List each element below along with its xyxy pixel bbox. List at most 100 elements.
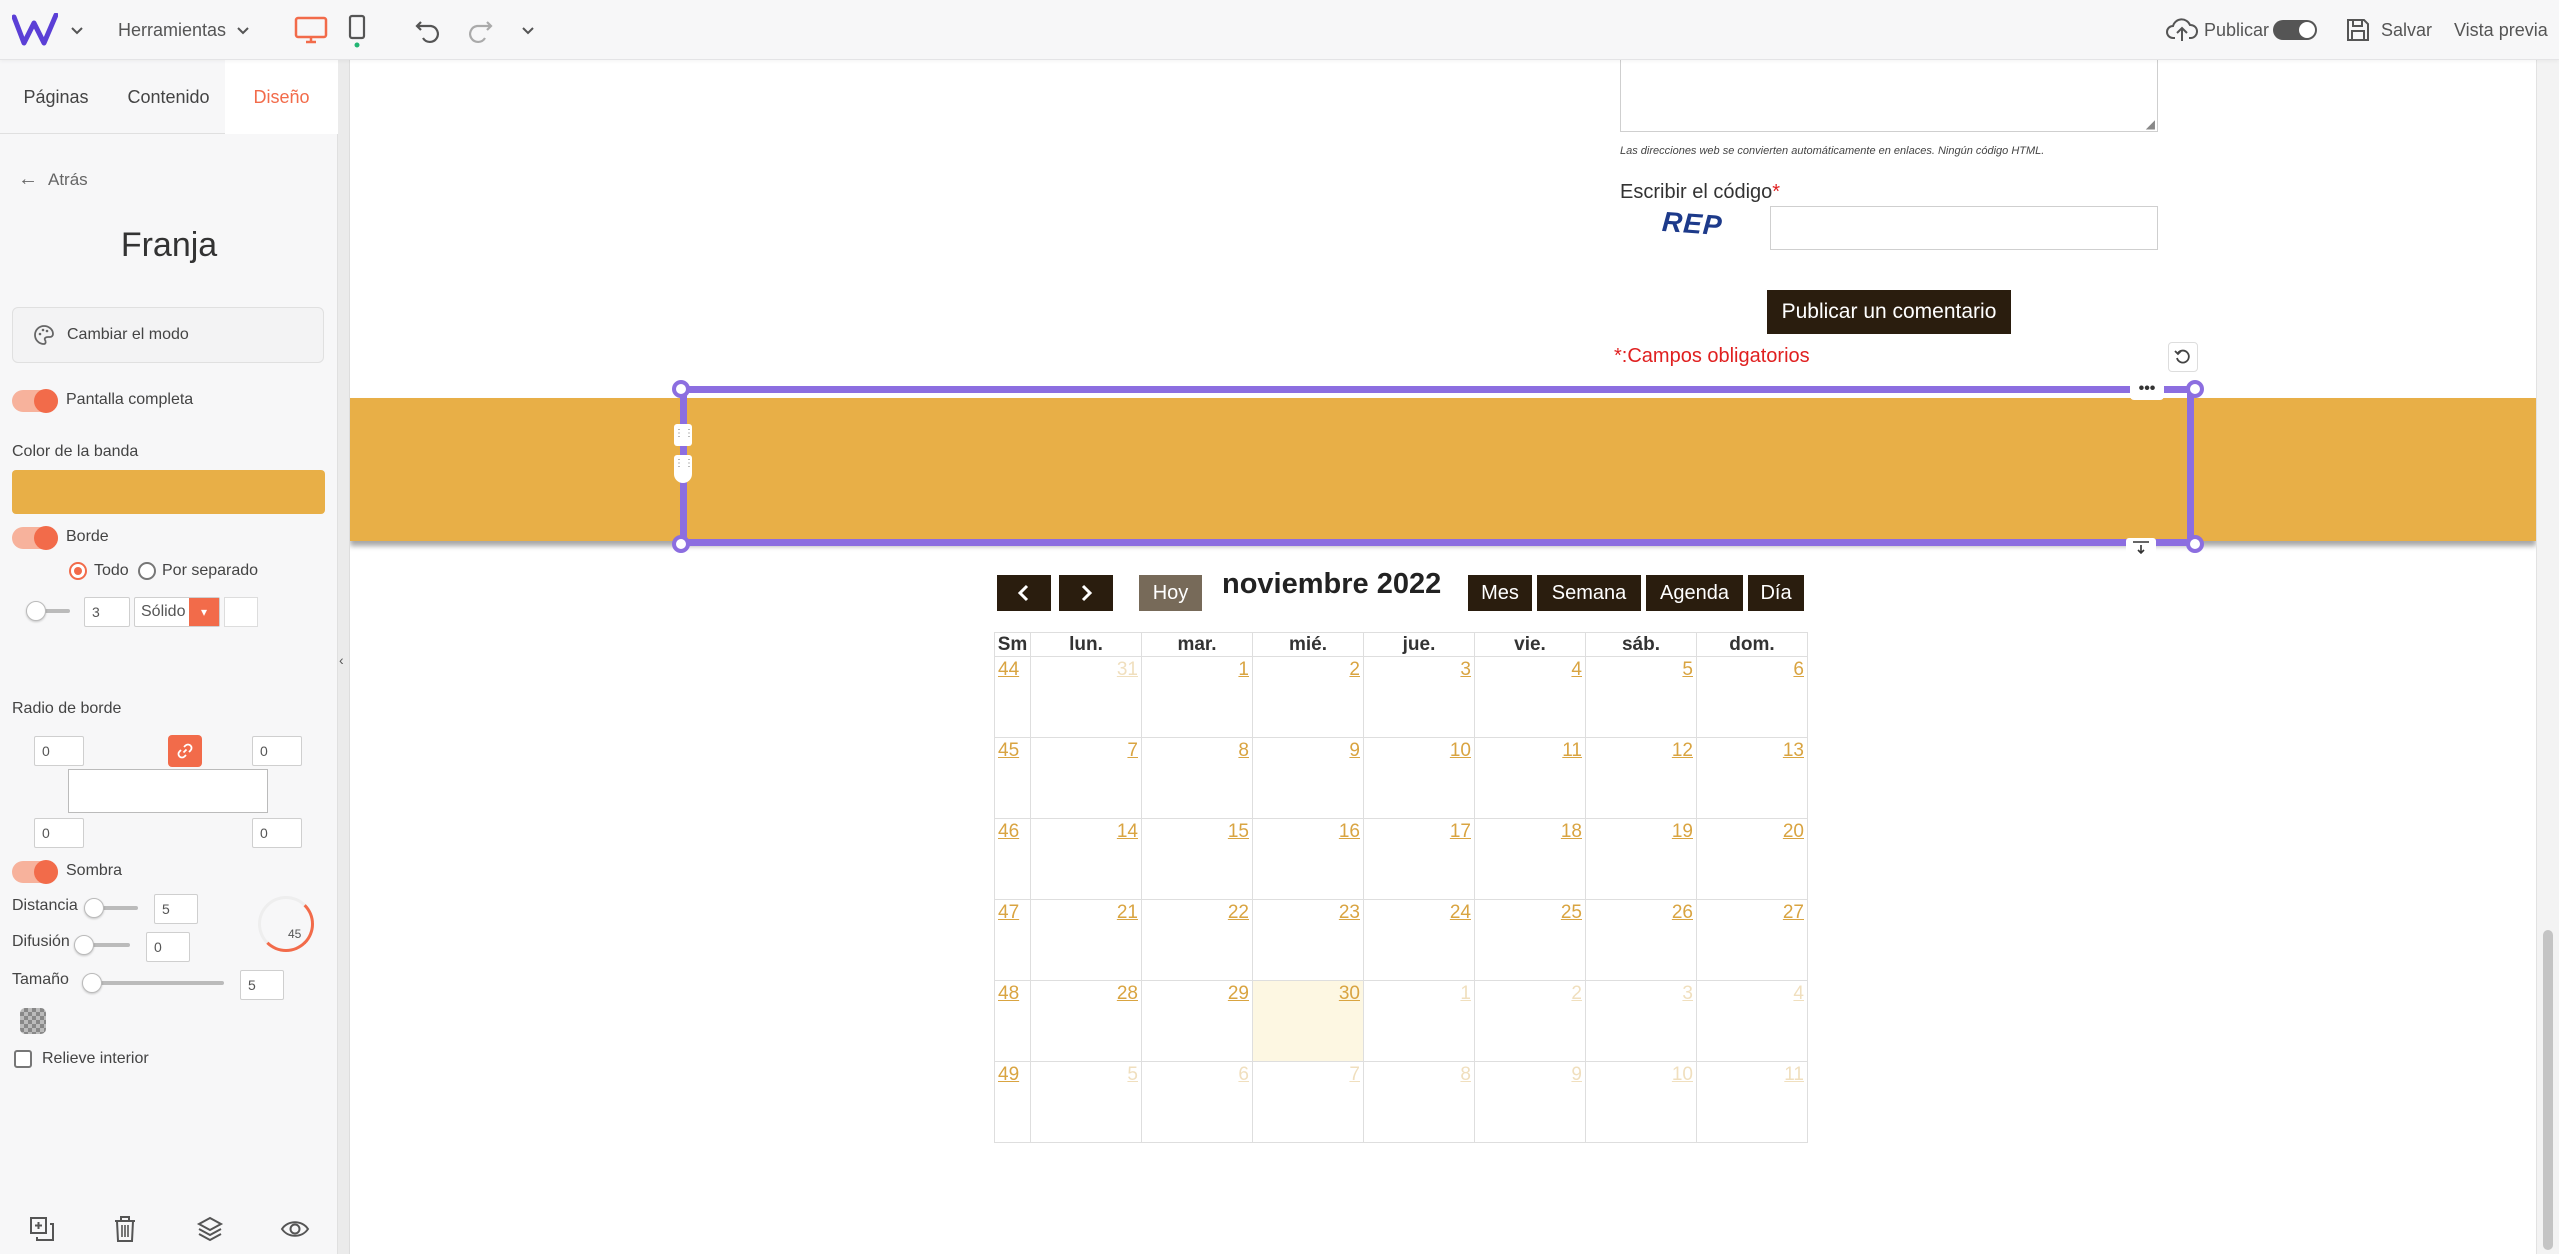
calendar-day-cell[interactable]: 22 — [1141, 899, 1253, 981]
calendar-view-agenda[interactable]: Agenda — [1646, 575, 1743, 611]
calendar-day-link[interactable]: 6 — [1238, 1064, 1249, 1085]
calendar-day-cell[interactable]: 11 — [1474, 737, 1586, 819]
calendar-day-link[interactable]: 18 — [1561, 821, 1582, 842]
calendar-day-link[interactable]: 25 — [1561, 902, 1582, 923]
calendar-day-cell[interactable]: 5 — [1585, 656, 1697, 738]
calendar-day-cell[interactable]: 2 — [1252, 656, 1364, 738]
fullscreen-toggle[interactable] — [12, 389, 58, 413]
radius-bottom-right-input[interactable]: 0 — [252, 818, 302, 848]
mobile-view-button[interactable] — [347, 0, 367, 60]
calendar-day-link[interactable]: 1 — [1238, 659, 1249, 680]
calendar-day-cell[interactable]: 30 — [1252, 980, 1364, 1062]
calendar-day-link[interactable]: 13 — [1783, 740, 1804, 761]
calendar-day-link[interactable]: 10 — [1672, 1064, 1693, 1085]
calendar-day-cell[interactable]: 1 — [1141, 656, 1253, 738]
layers-button[interactable] — [196, 1215, 224, 1248]
calendar-day-link[interactable]: 12 — [1672, 740, 1693, 761]
calendar-day-link[interactable]: 19 — [1672, 821, 1693, 842]
delete-button[interactable] — [112, 1214, 138, 1249]
calendar-day-cell[interactable]: 14 — [1030, 818, 1142, 900]
calendar-day-link[interactable]: 7 — [1127, 740, 1138, 761]
radius-bottom-left-input[interactable]: 0 — [34, 818, 84, 848]
calendar-day-cell[interactable]: 31 — [1030, 656, 1142, 738]
change-mode-button[interactable]: Cambiar el modo — [12, 307, 324, 363]
calendar-day-link[interactable]: 21 — [1117, 902, 1138, 923]
calendar-day-cell[interactable]: 13 — [1696, 737, 1808, 819]
submit-comment-button[interactable]: Publicar un comentario — [1767, 290, 2011, 334]
calendar-day-link[interactable]: 27 — [1783, 902, 1804, 923]
calendar-day-cell[interactable]: 4 — [1474, 656, 1586, 738]
publish-control[interactable]: Publicar — [2166, 0, 2318, 60]
calendar-day-link[interactable]: 9 — [1349, 740, 1360, 761]
calendar-day-link[interactable]: 23 — [1339, 902, 1360, 923]
calendar-day-cell[interactable]: 21 — [1030, 899, 1142, 981]
tab-design[interactable]: Diseño — [225, 60, 338, 134]
calendar-week-number-link[interactable]: 48 — [998, 983, 1019, 1004]
resize-handle-bottom-right[interactable] — [2186, 535, 2204, 553]
calendar-day-cell[interactable]: 18 — [1474, 818, 1586, 900]
redo-button[interactable] — [464, 0, 494, 60]
diffusion-input[interactable]: 0 — [146, 932, 190, 962]
resize-handle-bottom-left[interactable] — [672, 535, 690, 553]
radius-top-left-input[interactable]: 0 — [34, 736, 84, 766]
history-chevron-down-icon[interactable] — [521, 0, 535, 60]
calendar-week-number-link[interactable]: 45 — [998, 740, 1019, 761]
drag-handle-icon[interactable]: ⋮⋮ — [674, 424, 694, 446]
more-options-icon[interactable]: ••• — [2130, 381, 2164, 400]
calendar-day-cell[interactable]: 20 — [1696, 818, 1808, 900]
calendar-prev-button[interactable] — [997, 575, 1051, 611]
undo-button[interactable] — [414, 0, 444, 60]
tab-content[interactable]: Contenido — [112, 60, 225, 134]
calendar-day-link[interactable]: 30 — [1339, 983, 1360, 1004]
calendar-day-cell[interactable]: 6 — [1696, 656, 1808, 738]
size-input[interactable]: 5 — [240, 970, 284, 1000]
distance-slider-thumb[interactable] — [84, 898, 104, 918]
shadow-toggle[interactable] — [12, 860, 58, 884]
calendar-day-link[interactable]: 15 — [1228, 821, 1249, 842]
calendar-day-cell[interactable]: 16 — [1252, 818, 1364, 900]
calendar-day-cell[interactable]: 10 — [1363, 737, 1475, 819]
resize-handle-top-left[interactable] — [672, 380, 690, 398]
calendar-day-link[interactable]: 11 — [1562, 740, 1582, 761]
calendar-day-cell[interactable]: 19 — [1585, 818, 1697, 900]
calendar-day-cell[interactable]: 15 — [1141, 818, 1253, 900]
calendar-day-link[interactable]: 26 — [1672, 902, 1693, 923]
calendar-day-link[interactable]: 24 — [1450, 902, 1471, 923]
visibility-button[interactable] — [280, 1218, 310, 1245]
calendar-day-link[interactable]: 17 — [1450, 821, 1471, 842]
calendar-day-link[interactable]: 8 — [1460, 1064, 1471, 1085]
calendar-day-link[interactable]: 16 — [1339, 821, 1360, 842]
app-logo[interactable] — [12, 0, 58, 60]
diffusion-slider-thumb[interactable] — [74, 935, 94, 955]
back-button[interactable]: ← Atrás — [18, 168, 88, 191]
calendar-day-link[interactable]: 28 — [1117, 983, 1138, 1004]
size-slider-thumb[interactable] — [82, 973, 102, 993]
calendar-day-cell[interactable]: 1 — [1363, 980, 1475, 1062]
calendar-day-cell[interactable]: 25 — [1474, 899, 1586, 981]
band-color-swatch[interactable] — [12, 470, 325, 514]
calendar-week-number-link[interactable]: 44 — [998, 659, 1019, 680]
logo-menu-chevron-down-icon[interactable] — [70, 0, 84, 60]
calendar-day-link[interactable]: 29 — [1228, 983, 1249, 1004]
calendar-day-link[interactable]: 20 — [1783, 821, 1804, 842]
calendar-day-link[interactable]: 7 — [1349, 1064, 1360, 1085]
calendar-day-link[interactable]: 4 — [1571, 659, 1582, 680]
calendar-day-link[interactable]: 9 — [1571, 1064, 1582, 1085]
calendar-day-link[interactable]: 8 — [1238, 740, 1249, 761]
tools-menu[interactable]: Herramientas — [118, 0, 250, 60]
calendar-day-link[interactable]: 31 — [1117, 659, 1138, 680]
calendar-day-cell[interactable]: 17 — [1363, 818, 1475, 900]
radius-top-right-input[interactable]: 0 — [252, 736, 302, 766]
calendar-day-cell[interactable]: 8 — [1141, 737, 1253, 819]
duplicate-button[interactable] — [28, 1215, 56, 1248]
desktop-view-button[interactable] — [294, 0, 328, 60]
calendar-day-cell[interactable]: 3 — [1363, 656, 1475, 738]
calendar-day-cell[interactable]: 8 — [1363, 1061, 1475, 1143]
captcha-input[interactable] — [1770, 206, 2158, 250]
calendar-today-button[interactable]: Hoy — [1139, 575, 1202, 611]
calendar-day-cell[interactable]: 3 — [1585, 980, 1697, 1062]
border-color-swatch[interactable] — [224, 597, 258, 627]
distance-input[interactable]: 5 — [154, 894, 198, 924]
calendar-day-cell[interactable]: 11 — [1696, 1061, 1808, 1143]
calendar-day-cell[interactable]: 5 — [1030, 1061, 1142, 1143]
